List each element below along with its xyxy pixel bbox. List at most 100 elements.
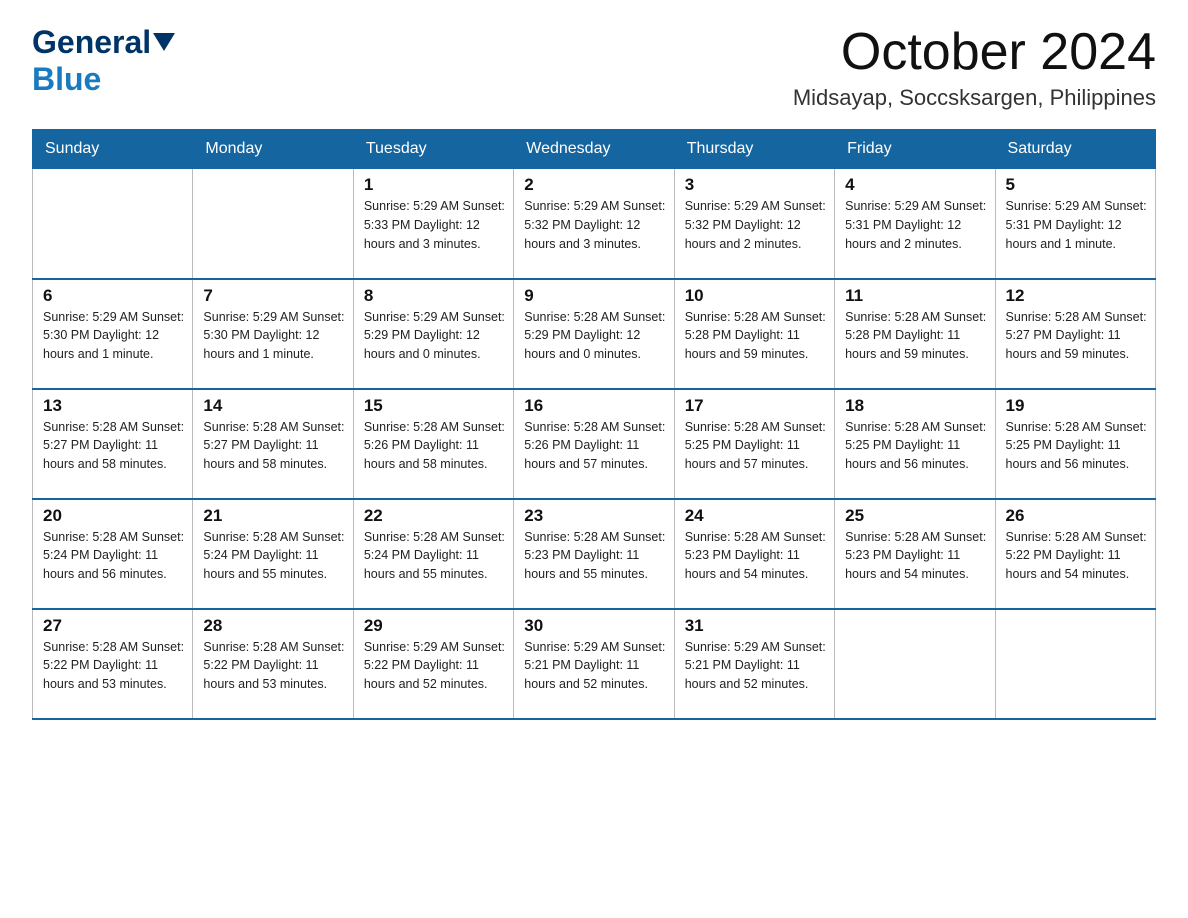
day-info: Sunrise: 5:28 AM Sunset: 5:27 PM Dayligh… [203,418,344,474]
calendar-cell: 9Sunrise: 5:28 AM Sunset: 5:29 PM Daylig… [514,279,674,389]
calendar-cell: 14Sunrise: 5:28 AM Sunset: 5:27 PM Dayli… [193,389,353,499]
calendar-cell: 30Sunrise: 5:29 AM Sunset: 5:21 PM Dayli… [514,609,674,719]
day-info: Sunrise: 5:29 AM Sunset: 5:21 PM Dayligh… [524,638,665,694]
day-number: 11 [845,286,986,306]
day-number: 4 [845,175,986,195]
calendar-header-row: SundayMondayTuesdayWednesdayThursdayFrid… [33,130,1156,169]
day-number: 24 [685,506,826,526]
calendar-cell: 31Sunrise: 5:29 AM Sunset: 5:21 PM Dayli… [674,609,834,719]
header-friday: Friday [835,130,995,169]
day-number: 20 [43,506,184,526]
calendar-cell: 13Sunrise: 5:28 AM Sunset: 5:27 PM Dayli… [33,389,193,499]
day-info: Sunrise: 5:28 AM Sunset: 5:24 PM Dayligh… [203,528,344,584]
day-number: 12 [1006,286,1147,306]
calendar-cell: 12Sunrise: 5:28 AM Sunset: 5:27 PM Dayli… [995,279,1155,389]
calendar-cell: 22Sunrise: 5:28 AM Sunset: 5:24 PM Dayli… [353,499,513,609]
day-number: 28 [203,616,344,636]
calendar-cell: 29Sunrise: 5:29 AM Sunset: 5:22 PM Dayli… [353,609,513,719]
day-number: 25 [845,506,986,526]
day-info: Sunrise: 5:28 AM Sunset: 5:28 PM Dayligh… [845,308,986,364]
logo: General Blue [32,24,175,98]
calendar-cell [193,169,353,279]
day-number: 14 [203,396,344,416]
day-info: Sunrise: 5:28 AM Sunset: 5:29 PM Dayligh… [524,308,665,364]
calendar-cell: 21Sunrise: 5:28 AM Sunset: 5:24 PM Dayli… [193,499,353,609]
day-info: Sunrise: 5:28 AM Sunset: 5:24 PM Dayligh… [43,528,184,584]
day-number: 30 [524,616,665,636]
calendar-cell: 20Sunrise: 5:28 AM Sunset: 5:24 PM Dayli… [33,499,193,609]
calendar-cell: 11Sunrise: 5:28 AM Sunset: 5:28 PM Dayli… [835,279,995,389]
calendar-cell: 27Sunrise: 5:28 AM Sunset: 5:22 PM Dayli… [33,609,193,719]
day-info: Sunrise: 5:28 AM Sunset: 5:25 PM Dayligh… [1006,418,1147,474]
calendar-cell: 8Sunrise: 5:29 AM Sunset: 5:29 PM Daylig… [353,279,513,389]
day-info: Sunrise: 5:28 AM Sunset: 5:22 PM Dayligh… [43,638,184,694]
calendar-cell: 17Sunrise: 5:28 AM Sunset: 5:25 PM Dayli… [674,389,834,499]
day-number: 6 [43,286,184,306]
day-info: Sunrise: 5:29 AM Sunset: 5:22 PM Dayligh… [364,638,505,694]
day-info: Sunrise: 5:28 AM Sunset: 5:23 PM Dayligh… [685,528,826,584]
calendar-cell: 2Sunrise: 5:29 AM Sunset: 5:32 PM Daylig… [514,169,674,279]
day-info: Sunrise: 5:29 AM Sunset: 5:30 PM Dayligh… [203,308,344,364]
day-info: Sunrise: 5:28 AM Sunset: 5:22 PM Dayligh… [1006,528,1147,584]
calendar-cell: 26Sunrise: 5:28 AM Sunset: 5:22 PM Dayli… [995,499,1155,609]
day-number: 1 [364,175,505,195]
calendar-cell: 4Sunrise: 5:29 AM Sunset: 5:31 PM Daylig… [835,169,995,279]
calendar-cell: 3Sunrise: 5:29 AM Sunset: 5:32 PM Daylig… [674,169,834,279]
header-saturday: Saturday [995,130,1155,169]
day-number: 7 [203,286,344,306]
calendar-table: SundayMondayTuesdayWednesdayThursdayFrid… [32,129,1156,720]
day-info: Sunrise: 5:29 AM Sunset: 5:31 PM Dayligh… [1006,197,1147,253]
day-info: Sunrise: 5:28 AM Sunset: 5:23 PM Dayligh… [845,528,986,584]
day-number: 22 [364,506,505,526]
day-info: Sunrise: 5:28 AM Sunset: 5:24 PM Dayligh… [364,528,505,584]
day-number: 10 [685,286,826,306]
calendar-cell: 1Sunrise: 5:29 AM Sunset: 5:33 PM Daylig… [353,169,513,279]
calendar-cell: 15Sunrise: 5:28 AM Sunset: 5:26 PM Dayli… [353,389,513,499]
calendar-cell: 28Sunrise: 5:28 AM Sunset: 5:22 PM Dayli… [193,609,353,719]
day-number: 18 [845,396,986,416]
day-number: 17 [685,396,826,416]
day-number: 19 [1006,396,1147,416]
calendar-week-row: 1Sunrise: 5:29 AM Sunset: 5:33 PM Daylig… [33,169,1156,279]
location-title: Midsayap, Soccsksargen, Philippines [793,85,1156,111]
day-info: Sunrise: 5:29 AM Sunset: 5:33 PM Dayligh… [364,197,505,253]
header-monday: Monday [193,130,353,169]
day-info: Sunrise: 5:29 AM Sunset: 5:32 PM Dayligh… [685,197,826,253]
calendar-cell: 16Sunrise: 5:28 AM Sunset: 5:26 PM Dayli… [514,389,674,499]
day-number: 31 [685,616,826,636]
day-number: 2 [524,175,665,195]
month-title: October 2024 [793,24,1156,81]
day-info: Sunrise: 5:28 AM Sunset: 5:22 PM Dayligh… [203,638,344,694]
day-info: Sunrise: 5:28 AM Sunset: 5:27 PM Dayligh… [43,418,184,474]
day-info: Sunrise: 5:29 AM Sunset: 5:21 PM Dayligh… [685,638,826,694]
calendar-cell: 24Sunrise: 5:28 AM Sunset: 5:23 PM Dayli… [674,499,834,609]
calendar-cell: 19Sunrise: 5:28 AM Sunset: 5:25 PM Dayli… [995,389,1155,499]
day-number: 8 [364,286,505,306]
page-header: General Blue October 2024 Midsayap, Socc… [32,24,1156,111]
calendar-week-row: 27Sunrise: 5:28 AM Sunset: 5:22 PM Dayli… [33,609,1156,719]
calendar-cell: 6Sunrise: 5:29 AM Sunset: 5:30 PM Daylig… [33,279,193,389]
day-info: Sunrise: 5:28 AM Sunset: 5:26 PM Dayligh… [364,418,505,474]
day-number: 26 [1006,506,1147,526]
day-info: Sunrise: 5:28 AM Sunset: 5:28 PM Dayligh… [685,308,826,364]
day-number: 15 [364,396,505,416]
logo-blue-text: Blue [32,61,101,97]
calendar-cell: 25Sunrise: 5:28 AM Sunset: 5:23 PM Dayli… [835,499,995,609]
title-block: October 2024 Midsayap, Soccsksargen, Phi… [793,24,1156,111]
calendar-cell: 5Sunrise: 5:29 AM Sunset: 5:31 PM Daylig… [995,169,1155,279]
day-info: Sunrise: 5:29 AM Sunset: 5:32 PM Dayligh… [524,197,665,253]
day-info: Sunrise: 5:28 AM Sunset: 5:23 PM Dayligh… [524,528,665,584]
calendar-cell: 10Sunrise: 5:28 AM Sunset: 5:28 PM Dayli… [674,279,834,389]
header-sunday: Sunday [33,130,193,169]
logo-triangle-icon [153,33,175,55]
header-wednesday: Wednesday [514,130,674,169]
calendar-cell [835,609,995,719]
calendar-cell [33,169,193,279]
calendar-week-row: 6 Sunrise: 5:29 AM Sunset: 5:30 PM Daylig… [33,279,1156,389]
day-info: Sunrise: 5:28 AM Sunset: 5:27 PM Dayligh… [1006,308,1147,364]
calendar-cell: 23Sunrise: 5:28 AM Sunset: 5:23 PM Dayli… [514,499,674,609]
calendar-cell: 18Sunrise: 5:28 AM Sunset: 5:25 PM Dayli… [835,389,995,499]
day-info: Sunrise: 5:29 AM Sunset: 5:31 PM Dayligh… [845,197,986,253]
day-info: Sunrise: 5:28 AM Sunset: 5:26 PM Dayligh… [524,418,665,474]
logo-general-text: General [32,24,151,61]
